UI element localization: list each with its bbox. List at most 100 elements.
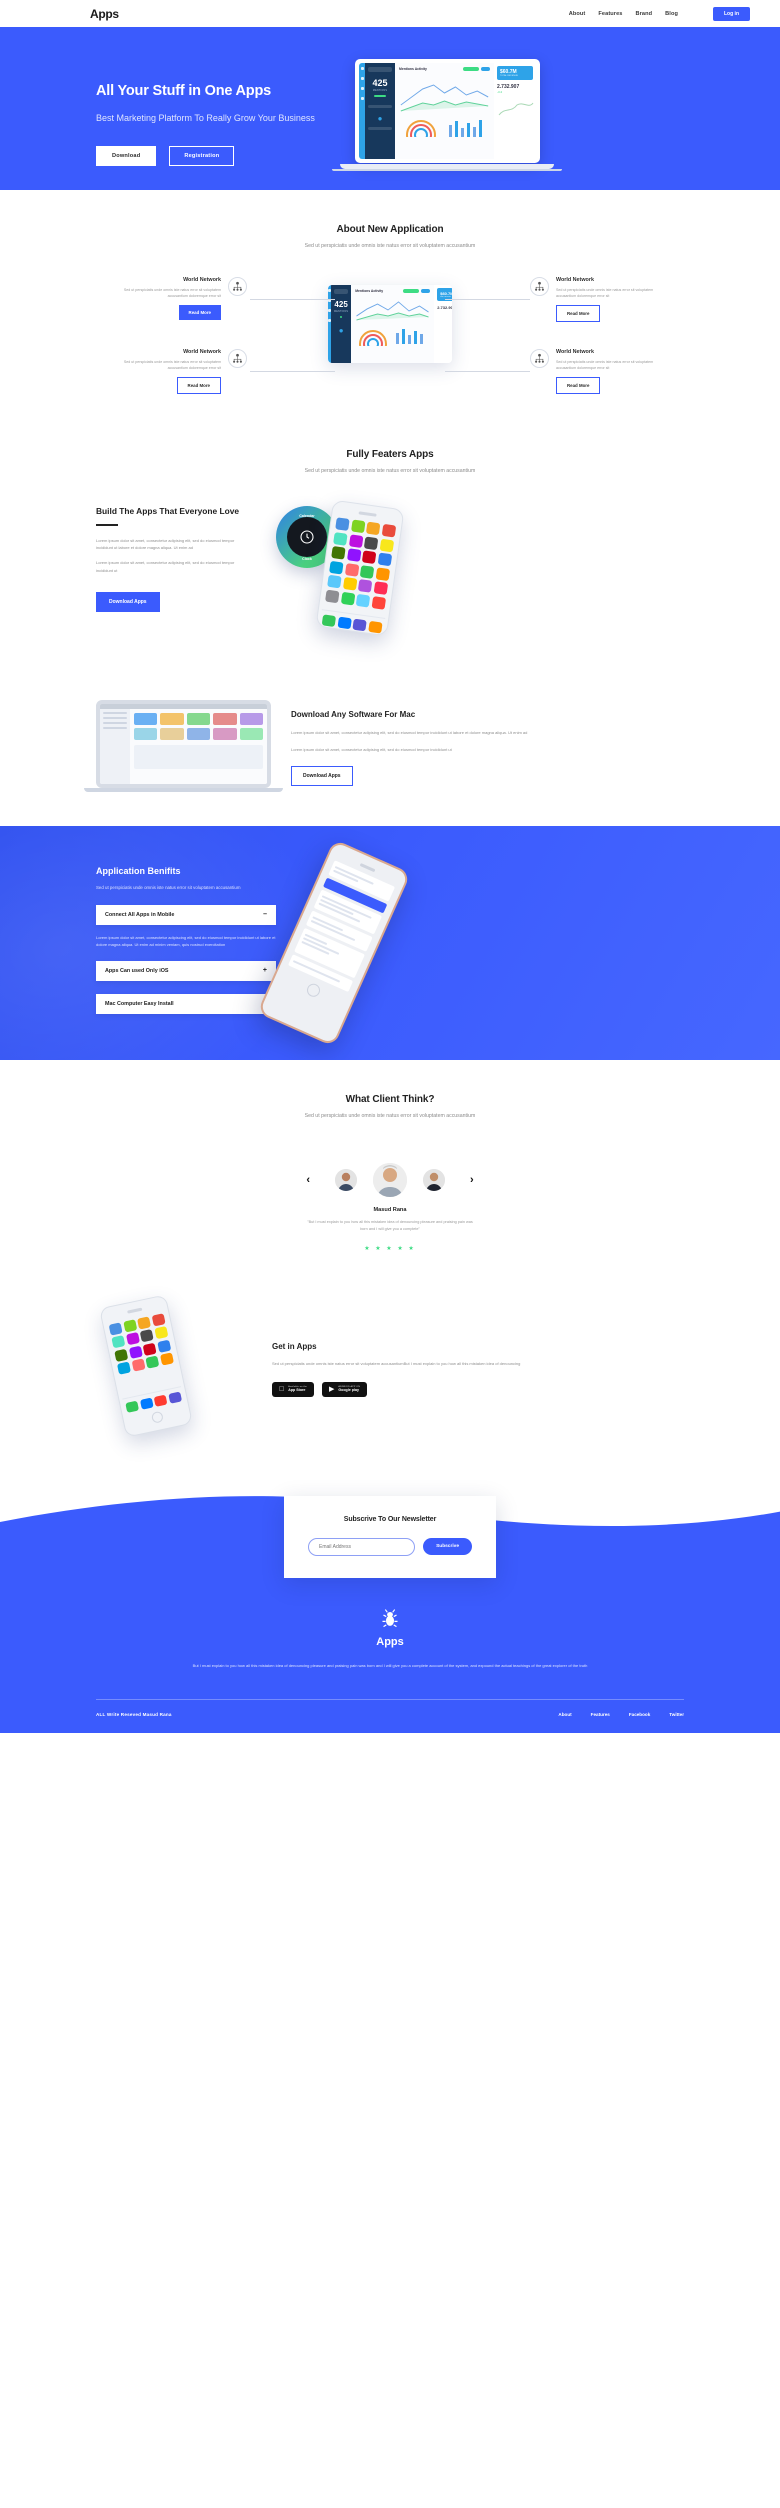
footer-link-twitter[interactable]: Twitter (669, 1712, 684, 1717)
play-icon: ▶ (323, 1385, 334, 1393)
nav-item-blog[interactable]: Blog (665, 11, 678, 17)
dashboard-kpi-panel: $60.7M TOTAL REVENUE 2.732.907 -3.2 (494, 63, 536, 159)
footer-link-about[interactable]: About (558, 1712, 571, 1717)
footer-link-facebook[interactable]: Facebook (629, 1712, 650, 1717)
benefits-title: Application Benifits (96, 865, 181, 876)
connector-line (445, 298, 530, 300)
feature-card-2: World Network Sed ut perspiciatis unde o… (530, 276, 665, 323)
dashboard-main-panel: Mentions Activity (395, 63, 494, 159)
accordion-label: Mac Computer Easy Install (105, 1001, 174, 1008)
read-more-button[interactable]: Read More (556, 305, 601, 323)
feature-card-1: World Network Sed ut perspiciatis unde o… (112, 276, 247, 321)
google-play-badge[interactable]: ▶ ANDROID APP ON Google play (321, 1381, 367, 1397)
nav-item-features[interactable]: Features (598, 11, 622, 17)
features-subtitle: Sed ut perspiciatis unde omnis iste natu… (304, 467, 476, 474)
carousel-prev-arrow[interactable]: ‹ (297, 1174, 319, 1186)
store-badges:  Available on the App Store ▶ ANDROID A… (272, 1381, 684, 1397)
site-header: Apps About Features Brand Blog Log in (0, 0, 780, 27)
newsletter-title: Subscrive To Our Newsletter (343, 1515, 437, 1523)
testimonial-title: What Client Think? (345, 1094, 435, 1106)
subscribe-button[interactable]: Subscrive (423, 1538, 472, 1556)
laptop-mockup: 425 MENTIONS ● Mentions Activity $60.7M … (332, 59, 562, 171)
testimonial-quote: "But I must explain to you how all this … (307, 1220, 473, 1232)
email-input[interactable] (308, 1537, 416, 1556)
hero-button-group: Download Registration (96, 146, 351, 167)
feature-title: World Network (183, 276, 221, 283)
benefits-subtitle: Sed ut perspiciatis unde omnis iste natu… (96, 884, 241, 890)
feature-body: Sed ut perspiciatis unde omnis iste natu… (123, 287, 221, 299)
main-navigation: About Features Brand Blog Log in (569, 6, 750, 21)
footer-link-features[interactable]: Features (591, 1712, 610, 1717)
avatar[interactable] (423, 1169, 445, 1192)
plus-icon: + (262, 967, 267, 975)
features-title: Fully Featers Apps (346, 448, 434, 460)
build-title: Build The Apps That Everyone Love (96, 505, 240, 516)
network-icon (228, 348, 247, 368)
about-subtitle: Sed ut perspiciatis unde omnis iste natu… (304, 243, 476, 249)
footer-zone: Subscrive To Our Newsletter Subscrive (0, 1495, 780, 1734)
feature-body: Sed ut perspiciatis unde omnis iste natu… (123, 359, 221, 371)
read-more-button[interactable]: Read More (178, 305, 221, 321)
avatar[interactable] (335, 1169, 357, 1192)
dashboard-sidebar: 425 MENTIONS ● (365, 63, 395, 159)
feature-title: World Network (556, 276, 594, 283)
minus-icon: – (263, 910, 267, 918)
download-button[interactable]: Download (96, 146, 157, 167)
feature-body: Sed ut perspiciatis unde omnis iste natu… (556, 287, 654, 299)
accordion-label: Connect All Apps in Mobile (105, 911, 175, 918)
nav-item-brand[interactable]: Brand (636, 11, 653, 17)
hero-title: All Your Stuff in One Apps (96, 83, 271, 99)
carousel-next-arrow[interactable]: › (461, 1174, 483, 1186)
benefits-section: Application Benifits Sed ut perspiciatis… (0, 825, 780, 1061)
app-store-badge[interactable]:  Available on the App Store (272, 1381, 314, 1397)
footer-links: About Features Facebook Twitter (558, 1712, 684, 1717)
feature-card-4: World Network Sed ut perspiciatis unde o… (530, 348, 665, 395)
footer-brand-name: Apps (376, 1635, 404, 1648)
store-small-label: ANDROID APP ON (333, 1386, 359, 1389)
network-icon (530, 348, 549, 368)
store-small-label: Available on the (283, 1386, 307, 1389)
feature-title: World Network (183, 348, 221, 355)
mac-download-button[interactable]: Download Apps (291, 766, 353, 787)
download-apps-button[interactable]: Download Apps (96, 592, 160, 613)
dashboard-metric-label: MENTIONS (372, 89, 388, 92)
read-more-button[interactable]: Read More (176, 377, 221, 395)
mac-paragraph-1: Lorem ipsum dolor sit amet, consectetur … (291, 730, 528, 736)
dashboard-metric-value: 425 (372, 78, 388, 88)
testimonial-carousel: ‹ › (0, 1163, 780, 1198)
store-big-label: Google play (333, 1388, 359, 1393)
features-section: Fully Featers Apps Sed ut perspiciatis u… (0, 429, 780, 670)
rating-stars: ★ ★ ★ ★ ★ (364, 1245, 416, 1252)
accordion-label: Apps Can used Only iOS (105, 968, 169, 975)
dashboard-chart-title: Mentions Activity (399, 67, 427, 71)
phone-mockup (99, 1294, 193, 1438)
feature-title: World Network (556, 348, 594, 355)
mac-section: Download Any Software For Mac Lorem ipsu… (0, 670, 780, 826)
connector-line (250, 370, 335, 372)
macbook-mockup (84, 699, 283, 792)
read-more-button[interactable]: Read More (556, 377, 601, 395)
mac-title: Download Any Software For Mac (291, 710, 416, 720)
about-device-mockup: 425 MENTIONS ● Mentions Activity $60.7M … (328, 284, 452, 363)
feature-card-3: World Network Sed ut perspiciatis unde o… (112, 348, 247, 395)
accordion-item-mac-install[interactable]: Mac Computer Easy Install + (96, 994, 276, 1015)
accordion-item-ios-only[interactable]: Apps Can used Only iOS + (96, 961, 276, 982)
accordion-item-connect-apps[interactable]: Connect All Apps in Mobile – (96, 904, 276, 925)
tilted-phone-mockup (256, 838, 412, 1047)
network-icon (530, 276, 549, 296)
login-button[interactable]: Log in (713, 6, 750, 21)
brand-logo[interactable]: Apps (90, 7, 119, 21)
registration-button[interactable]: Registration (169, 146, 235, 167)
kpi-label: TOTAL REVENUE (500, 75, 518, 77)
build-paragraph-2: Lorem ipsum dolor sit amet, consectetur … (96, 560, 235, 573)
hero-subtitle: Best Marketing Platform To Really Grow Y… (96, 113, 315, 124)
footer-description: But I must explain to you how all this m… (192, 1662, 588, 1668)
nav-item-about[interactable]: About (569, 11, 586, 17)
mac-paragraph-2: Lorem ipsum dolor sit amet, consectetur … (291, 746, 452, 752)
getin-title: Get in Apps (272, 1342, 317, 1352)
apple-icon:  (279, 1386, 284, 1393)
avatar-active[interactable] (373, 1163, 407, 1198)
build-apps-row: Build The Apps That Everyone Love Lorem … (0, 499, 780, 637)
watch-face (287, 516, 327, 557)
footer-logo: Apps (0, 1607, 780, 1648)
